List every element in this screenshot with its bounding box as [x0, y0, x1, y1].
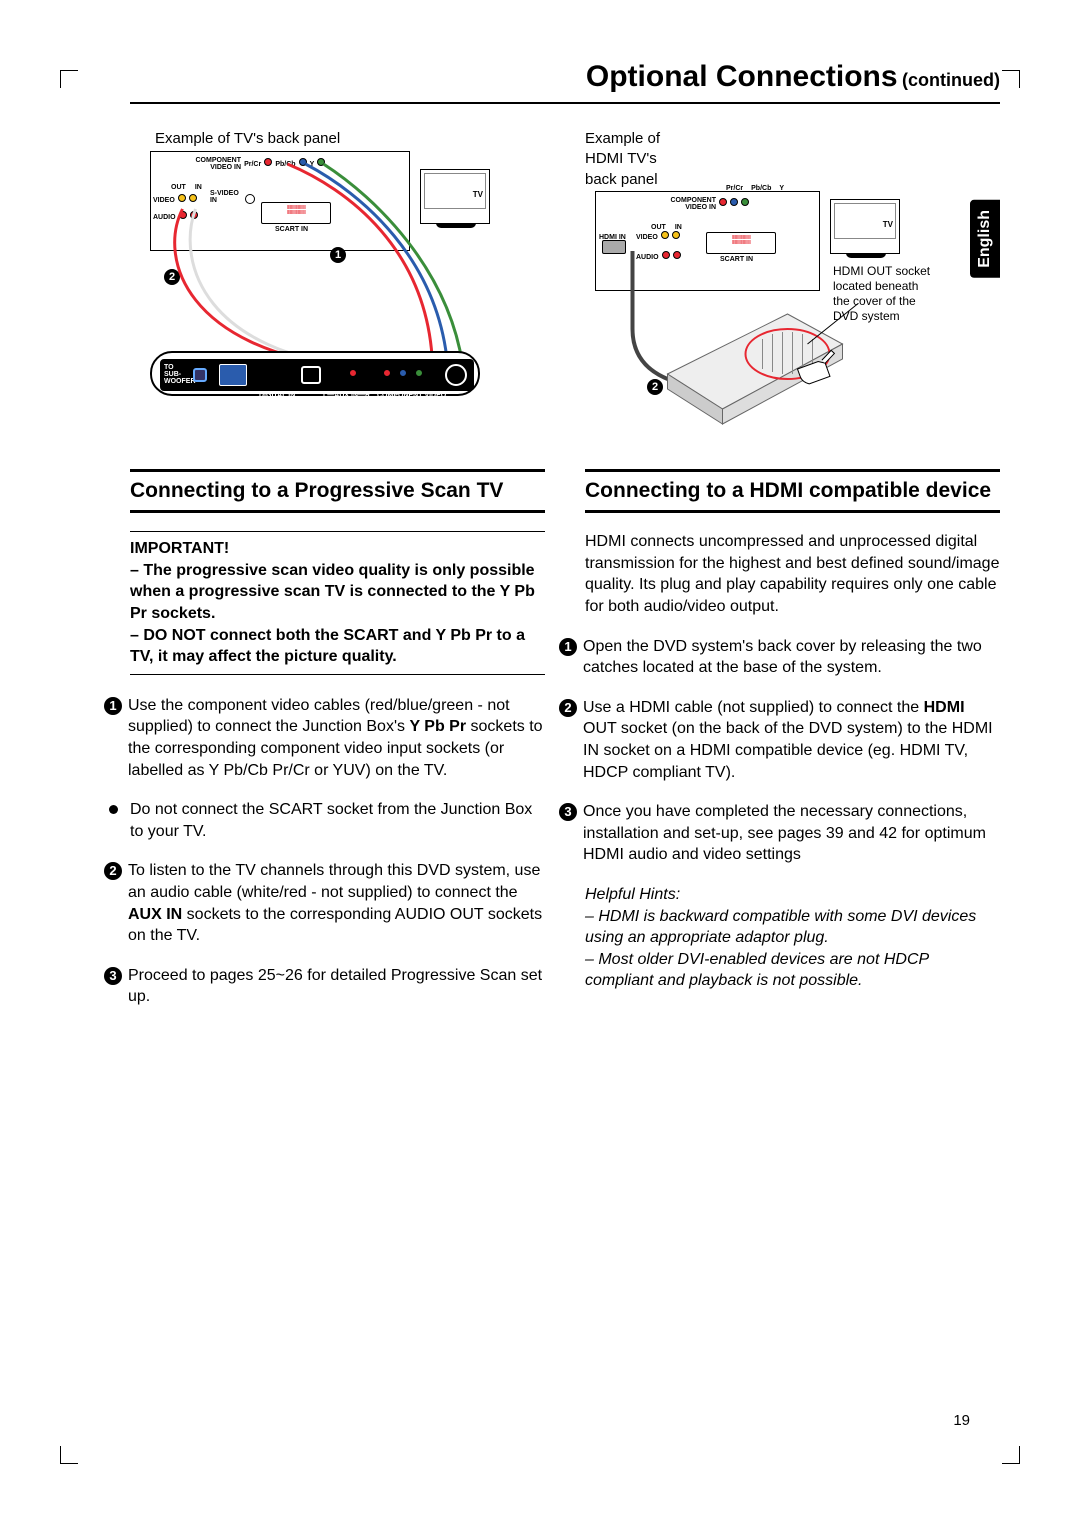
r-step1-text: Open the DVD system's back cover by rele…	[583, 636, 1000, 679]
crop-mark	[1002, 70, 1020, 88]
jb-sub-port	[193, 368, 207, 382]
step1-text-b: Y Pb Pr	[409, 718, 466, 735]
crop-mark	[60, 1446, 78, 1464]
step-number-3: 3	[104, 967, 122, 985]
bullet1-text: Do not connect the SCART socket from the…	[130, 799, 545, 842]
left-step-2: 2 To listen to the TV channels through t…	[104, 860, 545, 946]
important-p2: – DO NOT connect both the SCART and Y Pb…	[130, 627, 525, 666]
hint-1: – HDMI is backward compatible with some …	[585, 906, 1000, 949]
page-title: Optional Connections	[586, 60, 898, 93]
jb-comp-pr	[383, 369, 391, 377]
right-step-2: 2 Use a HDMI cable (not supplied) to con…	[559, 697, 1000, 783]
right-diagram: Example of HDMI TV's back panel COMPONEN…	[585, 129, 1000, 439]
hints-block: Helpful Hints: – HDMI is backward compat…	[585, 884, 1000, 992]
left-bullet-1: Do not connect the SCART socket from the…	[104, 799, 545, 842]
step2-text-b: AUX IN	[128, 906, 182, 923]
step-number-1: 1	[104, 697, 122, 715]
jb-label-aux: L—AUX IN—R	[323, 392, 370, 399]
r-step2-text-b: HDMI	[924, 699, 965, 716]
right-step-1: 1 Open the DVD system's back cover by re…	[559, 636, 1000, 679]
step3-text: Proceed to pages 25~26 for detailed Prog…	[128, 965, 545, 1008]
jb-comp-pb	[399, 369, 407, 377]
junction-box: TO SUB-WOOFER DIGITAL IN L—AUX IN—R COMP…	[150, 351, 480, 396]
r-step3-text: Once you have completed the necessary co…	[583, 801, 1000, 866]
callout-2-r: 2	[647, 379, 663, 395]
left-section-title: Connecting to a Progressive Scan TV	[130, 469, 545, 513]
jb-digital-port	[269, 369, 277, 377]
jb-label-comp: COMPONENT VIDEO	[377, 392, 446, 399]
jb-aux-l	[333, 369, 341, 377]
step2-text-a: To listen to the TV channels through thi…	[128, 862, 540, 901]
jb-aux-r	[349, 369, 357, 377]
crop-mark	[1002, 1446, 1020, 1464]
jb-misc-port	[301, 366, 321, 384]
important-p1: – The progressive scan video quality is …	[130, 562, 535, 622]
r-step2-text-c: OUT socket (on the back of the DVD syste…	[583, 720, 993, 780]
jb-vga-port	[219, 364, 247, 386]
page-title-continued: (continued)	[902, 70, 1000, 90]
important-box: IMPORTANT! – The progressive scan video …	[130, 531, 545, 675]
step-number-1-r: 1	[559, 638, 577, 656]
step-number-2: 2	[104, 862, 122, 880]
hints-heading: Helpful Hints:	[585, 884, 1000, 906]
page-number: 19	[953, 1412, 970, 1429]
r-step2-text-a: Use a HDMI cable (not supplied) to conne…	[583, 699, 924, 716]
crop-mark	[60, 70, 78, 88]
right-step-3: 3 Once you have completed the necessary …	[559, 801, 1000, 866]
jb-round-port	[445, 364, 467, 386]
left-diagram: Example of TV's back panel COMPONENT VID…	[130, 129, 545, 439]
important-heading: IMPORTANT!	[130, 540, 229, 557]
right-intro: HDMI connects uncompressed and unprocess…	[585, 531, 1000, 617]
right-cable-diagram	[585, 129, 1000, 439]
step2-text-c: sockets to the corresponding AUDIO OUT s…	[128, 906, 542, 945]
left-step-1: 1 Use the component video cables (red/bl…	[104, 695, 545, 781]
left-step-3: 3 Proceed to pages 25~26 for detailed Pr…	[104, 965, 545, 1008]
page-header: Optional Connections (continued)	[130, 60, 1000, 104]
jb-comp-y	[415, 369, 423, 377]
jb-label-digital: DIGITAL IN	[259, 392, 295, 399]
right-section-title: Connecting to a HDMI compatible device	[585, 469, 1000, 513]
jb-label-sub: TO SUB-WOOFER	[164, 364, 192, 385]
right-column: Example of HDMI TV's back panel COMPONEN…	[585, 129, 1000, 1026]
step-number-2-r: 2	[559, 699, 577, 717]
bullet-icon	[109, 805, 118, 814]
hint-2: – Most older DVI-enabled devices are not…	[585, 949, 1000, 992]
left-column: Example of TV's back panel COMPONENT VID…	[130, 129, 545, 1026]
step-number-3-r: 3	[559, 803, 577, 821]
